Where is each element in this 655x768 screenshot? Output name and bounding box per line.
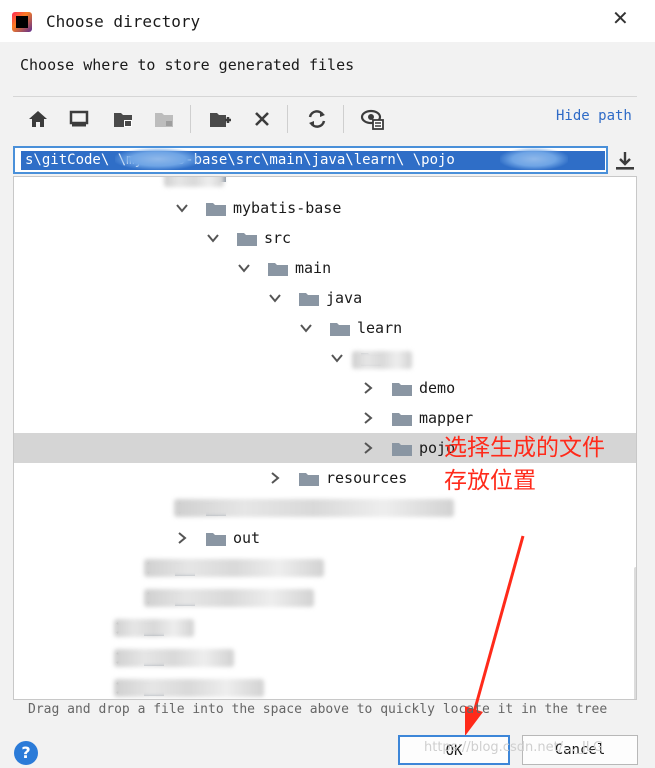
tree-row[interactable]: mybatis-base: [14, 193, 636, 223]
chevron-down-icon[interactable]: [175, 201, 189, 215]
show-hidden-icon[interactable]: [358, 105, 388, 133]
tree-row[interactable]: [14, 553, 636, 583]
chevron-right-icon[interactable]: [361, 441, 375, 455]
download-icon[interactable]: [612, 148, 638, 174]
chevron-right-icon[interactable]: [175, 531, 189, 545]
folder-icon: [268, 263, 288, 276]
redaction-blur: [164, 177, 224, 187]
chevron-down-icon[interactable]: [237, 261, 251, 275]
tree-item-label: demo: [419, 379, 456, 397]
folder-icon: [392, 413, 412, 426]
tree-row[interactable]: demo: [14, 373, 636, 403]
tree-item-label: out: [233, 529, 261, 547]
tree-row[interactable]: [14, 673, 636, 699]
folder-icon: [392, 383, 412, 396]
redaction-blur: [114, 619, 194, 637]
title-bar: Choose directory ✕: [0, 0, 655, 42]
tree-item-label: main: [295, 259, 332, 277]
tree-item-label: java: [326, 289, 363, 307]
tree-row[interactable]: [14, 177, 636, 189]
watermark: https://blog.csdn.net/..._JLG: [424, 740, 604, 755]
module-folder-icon: [149, 105, 179, 133]
annotation-line-1: 选择生成的文件: [444, 435, 605, 461]
redaction-blur: [144, 589, 314, 607]
toolbar-separator: [343, 105, 344, 133]
redaction-blur: [114, 679, 264, 697]
folder-icon: [330, 323, 350, 336]
desktop-icon[interactable]: [64, 105, 94, 133]
annotation-line-2: 存放位置: [444, 468, 536, 494]
tree-row[interactable]: [14, 583, 636, 613]
tree-item-label: src: [264, 229, 292, 247]
project-folder-icon[interactable]: [108, 105, 138, 133]
delete-icon[interactable]: [247, 105, 277, 133]
folder-icon: [206, 533, 226, 546]
tree-row[interactable]: main: [14, 253, 636, 283]
dialog-subtitle: Choose where to store generated files: [20, 56, 355, 74]
hide-path-link[interactable]: Hide path: [556, 108, 632, 124]
scrollbar[interactable]: [634, 567, 636, 699]
path-input[interactable]: s\gitCode\ \mybatis-base\src\main\java\l…: [13, 146, 608, 174]
toolbar-separator: [287, 105, 288, 133]
chevron-right-icon[interactable]: [361, 381, 375, 395]
toolbar-separator: [190, 105, 191, 133]
tree-row[interactable]: [14, 643, 636, 673]
redaction-blur: [115, 148, 201, 170]
help-icon[interactable]: ?: [14, 741, 38, 765]
chevron-down-icon[interactable]: [330, 351, 344, 365]
redaction-blur: [352, 351, 412, 369]
tree-row[interactable]: [14, 613, 636, 643]
redaction-blur: [114, 649, 234, 667]
chevron-right-icon[interactable]: [361, 411, 375, 425]
tree-row[interactable]: java: [14, 283, 636, 313]
folder-icon: [299, 473, 319, 486]
folder-icon: [299, 293, 319, 306]
folder-icon: [392, 443, 412, 456]
tree-row[interactable]: out: [14, 523, 636, 553]
tree-row[interactable]: learn: [14, 313, 636, 343]
tree-item-label: learn: [357, 319, 403, 337]
new-folder-icon[interactable]: [205, 105, 235, 133]
folder-icon: [237, 233, 257, 246]
refresh-icon[interactable]: [302, 105, 332, 133]
annotation-text: 选择生成的文件 存放位置: [444, 432, 605, 498]
drag-drop-hint: Drag and drop a file into the space abov…: [28, 702, 608, 717]
intellij-logo-icon: [12, 12, 32, 32]
chevron-down-icon[interactable]: [299, 321, 313, 335]
tree-row[interactable]: [14, 343, 636, 373]
chevron-down-icon[interactable]: [268, 291, 282, 305]
tree-item-label: mapper: [419, 409, 474, 427]
home-icon[interactable]: [23, 105, 53, 133]
chevron-right-icon[interactable]: [268, 471, 282, 485]
tree-row[interactable]: mapper: [14, 403, 636, 433]
tree-item-label: mybatis-base: [233, 199, 342, 217]
folder-icon: [206, 203, 226, 216]
dialog-title: Choose directory: [46, 12, 201, 31]
tree-item-label: resources: [326, 469, 408, 487]
redaction-blur: [174, 499, 454, 517]
tree-row[interactable]: src: [14, 223, 636, 253]
redaction-blur: [500, 148, 568, 170]
close-icon[interactable]: ✕: [612, 6, 629, 30]
toolbar: [13, 96, 637, 143]
redaction-blur: [144, 559, 324, 577]
chevron-down-icon[interactable]: [206, 231, 220, 245]
